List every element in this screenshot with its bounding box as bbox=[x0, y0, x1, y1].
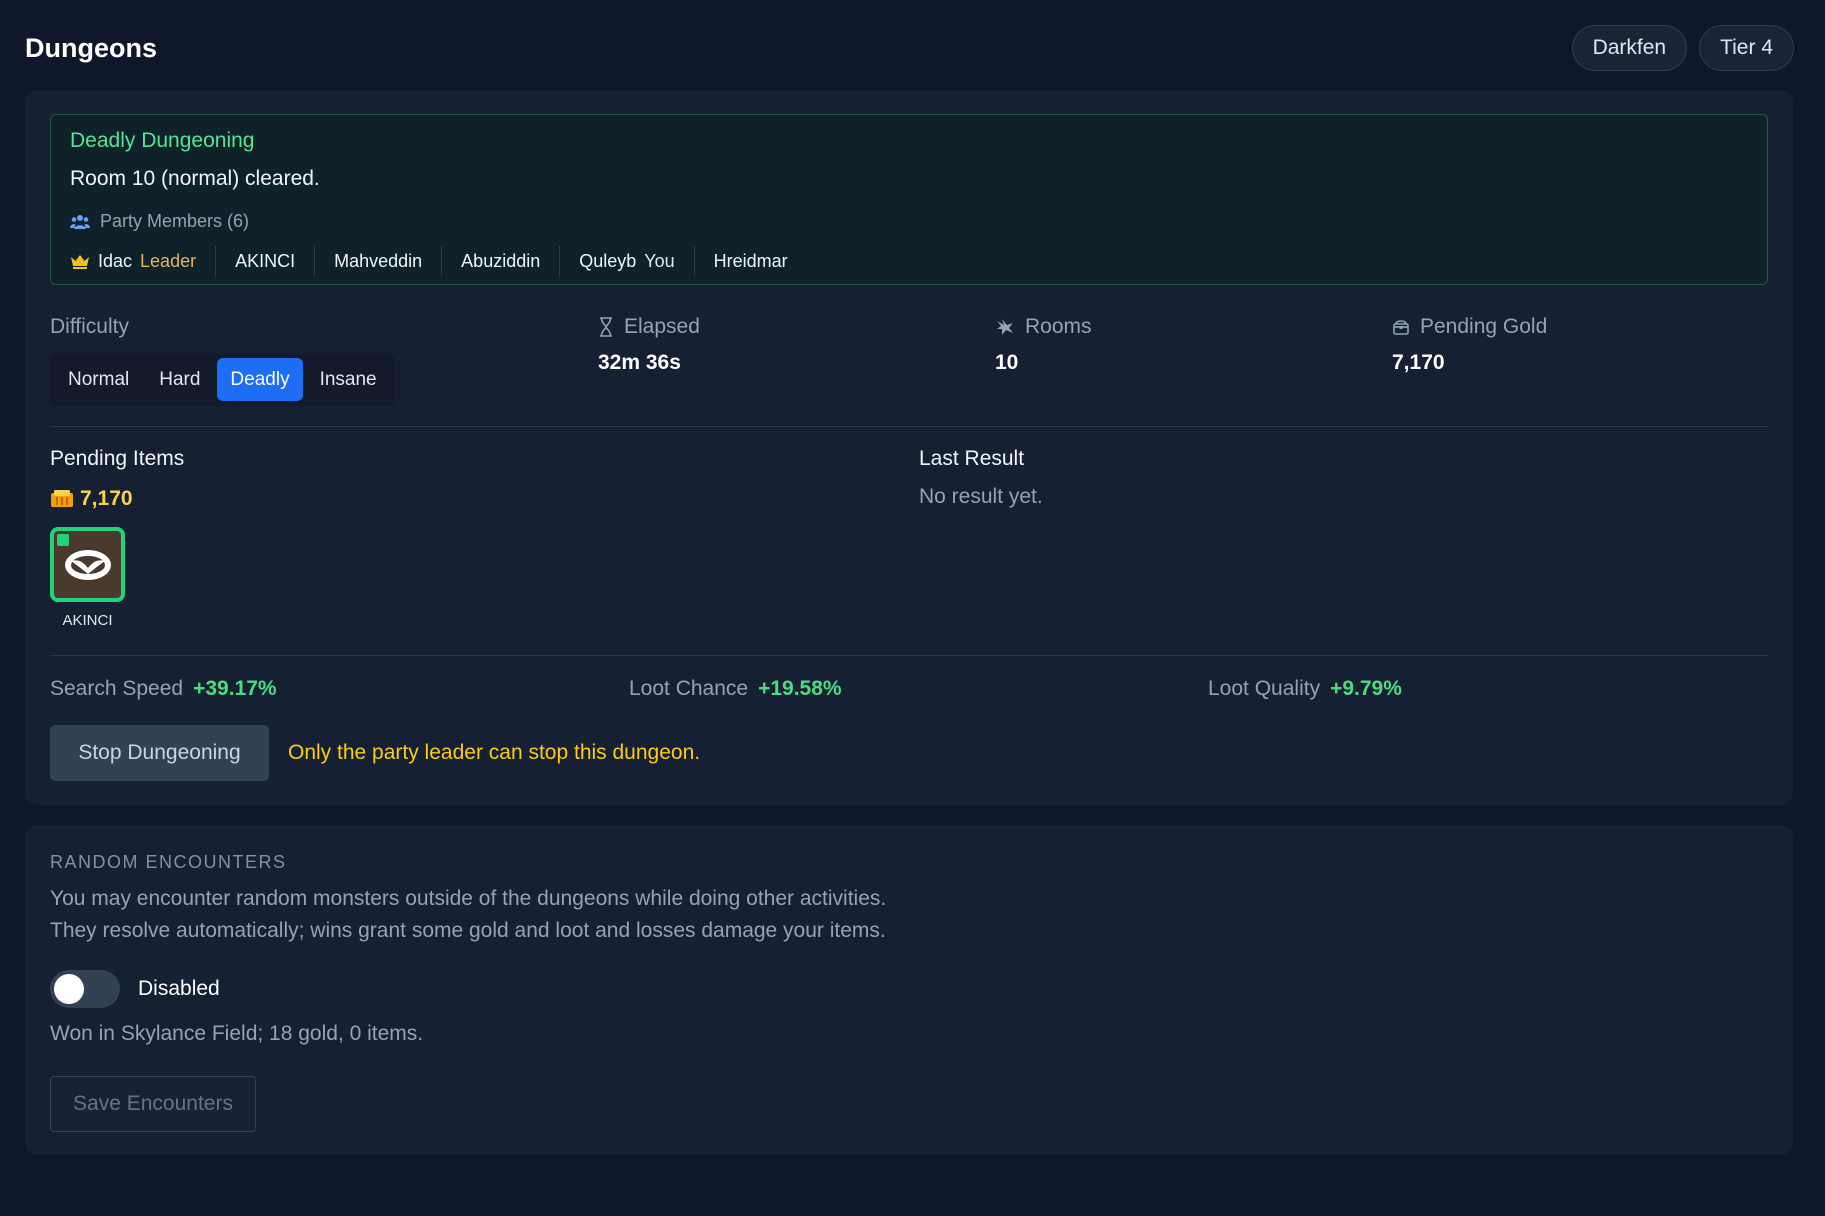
pending-gold-stat: Pending Gold 7,170 bbox=[1392, 315, 1547, 375]
page-title: Dungeons bbox=[25, 32, 157, 63]
dungeons-page: Dungeons Darkfen Tier 4 Deadly Dungeonin… bbox=[0, 0, 1825, 1216]
party-member[interactable]: Hreidmar bbox=[693, 246, 807, 276]
region-pill[interactable]: Darkfen bbox=[1571, 25, 1688, 71]
pending-items-title: Pending Items bbox=[50, 447, 185, 470]
encounters-toggle[interactable] bbox=[50, 970, 120, 1008]
encounters-description: You may encounter random monsters outsid… bbox=[50, 883, 886, 947]
difficulty-label: Difficulty bbox=[50, 315, 129, 338]
party-member[interactable]: Abuziddin bbox=[441, 246, 559, 276]
difficulty-normal-button[interactable]: Normal bbox=[55, 358, 142, 401]
pending-item-owner: AKINCI bbox=[62, 612, 113, 629]
you-tag: You bbox=[644, 250, 675, 271]
elapsed-stat: Elapsed 32m 36s bbox=[598, 315, 700, 375]
encounters-toggle-row: Disabled bbox=[50, 970, 220, 1008]
elapsed-label-row: Elapsed bbox=[598, 315, 700, 339]
mask-item-icon bbox=[64, 549, 111, 580]
loot-quality-label: Loot Quality bbox=[1208, 677, 1321, 700]
pending-gold-amount: 7,170 bbox=[80, 487, 133, 510]
party-member[interactable]: AKINCI bbox=[215, 246, 314, 276]
difficulty-section: Difficulty Normal Hard Deadly Insane bbox=[50, 315, 395, 406]
member-name: Quleyb bbox=[579, 250, 637, 271]
toggle-label: Disabled bbox=[138, 977, 220, 1000]
search-speed-bonus: Search Speed +39.17% bbox=[50, 677, 277, 701]
pending-gold-label-row: Pending Gold bbox=[1392, 315, 1547, 339]
member-name: Abuziddin bbox=[461, 250, 541, 271]
pending-gold-label: Pending Gold bbox=[1420, 315, 1548, 338]
search-speed-value: +39.17% bbox=[193, 677, 277, 700]
dragon-icon bbox=[997, 319, 1013, 335]
member-name: Mahveddin bbox=[334, 250, 423, 271]
member-name: AKINCI bbox=[235, 250, 296, 271]
status-banner: Deadly Dungeoning Room 10 (normal) clear… bbox=[50, 114, 1768, 285]
member-name: Hreidmar bbox=[713, 250, 788, 271]
rooms-label-row: Rooms bbox=[995, 315, 1092, 339]
elapsed-label: Elapsed bbox=[624, 315, 700, 338]
search-speed-label: Search Speed bbox=[50, 677, 184, 700]
gold-coins-icon bbox=[51, 490, 73, 507]
difficulty-deadly-button[interactable]: Deadly bbox=[217, 358, 303, 401]
hourglass-icon bbox=[600, 317, 612, 337]
users-icon bbox=[70, 214, 90, 229]
member-name: Idac bbox=[98, 250, 133, 271]
last-result-section: Last Result No result yet. bbox=[919, 447, 1043, 509]
encounters-title: RANDOM ENCOUNTERS bbox=[50, 852, 287, 872]
loot-chance-bonus: Loot Chance +19.58% bbox=[629, 677, 842, 701]
last-result-text: No result yet. bbox=[919, 485, 1043, 508]
stop-dungeoning-button[interactable]: Stop Dungeoning bbox=[50, 725, 269, 781]
party-list: Idac Leader AKINCI Mahveddin Abuziddin Q… bbox=[70, 246, 1748, 276]
crown-icon bbox=[71, 255, 89, 269]
random-encounters-card: RANDOM ENCOUNTERS You may encounter rand… bbox=[25, 825, 1793, 1155]
save-encounters-button[interactable]: Save Encounters bbox=[50, 1076, 256, 1132]
leader-tag: Leader bbox=[140, 250, 197, 271]
pending-item-tile[interactable] bbox=[50, 527, 125, 602]
pending-gold-value: 7,170 bbox=[1392, 351, 1445, 374]
dungeon-card: Deadly Dungeoning Room 10 (normal) clear… bbox=[25, 90, 1793, 805]
last-encounter-result: Won in Skylance Field; 18 gold, 0 items. bbox=[50, 1022, 424, 1045]
difficulty-hard-button[interactable]: Hard bbox=[146, 358, 213, 401]
toggle-knob bbox=[54, 974, 84, 1004]
pending-items-section: Pending Items 7,170 AKINCI bbox=[50, 447, 184, 629]
dungeon-mode-label: Deadly Dungeoning bbox=[70, 129, 255, 152]
page-header: Dungeons Darkfen Tier 4 bbox=[25, 24, 1794, 72]
loot-quality-value: +9.79% bbox=[1330, 677, 1402, 700]
treasure-icon bbox=[1393, 320, 1409, 335]
last-result-title: Last Result bbox=[919, 447, 1025, 470]
encounters-desc-line: They resolve automatically; wins grant s… bbox=[50, 919, 886, 942]
party-member[interactable]: Quleyb You bbox=[559, 246, 693, 276]
rooms-label: Rooms bbox=[1025, 315, 1092, 338]
rooms-stat: Rooms 10 bbox=[995, 315, 1092, 375]
loot-chance-label: Loot Chance bbox=[629, 677, 749, 700]
party-member[interactable]: Mahveddin bbox=[314, 246, 441, 276]
item-rarity-badge bbox=[57, 534, 69, 546]
encounters-desc-line: You may encounter random monsters outsid… bbox=[50, 887, 887, 910]
difficulty-selector: Normal Hard Deadly Insane bbox=[50, 353, 395, 406]
loot-chance-value: +19.58% bbox=[758, 677, 842, 700]
tier-pill[interactable]: Tier 4 bbox=[1699, 25, 1794, 71]
elapsed-value: 32m 36s bbox=[598, 351, 681, 374]
difficulty-insane-button[interactable]: Insane bbox=[307, 358, 390, 401]
rooms-value: 10 bbox=[995, 351, 1019, 374]
pending-gold-line: 7,170 bbox=[50, 487, 184, 511]
party-header: Party Members (6) bbox=[70, 211, 1748, 232]
stop-warning-text: Only the party leader can stop this dung… bbox=[288, 741, 701, 764]
loot-quality-bonus: Loot Quality +9.79% bbox=[1208, 677, 1402, 701]
party-members-label: Party Members (6) bbox=[100, 211, 250, 231]
status-message: Room 10 (normal) cleared. bbox=[70, 167, 320, 190]
divider bbox=[50, 426, 1768, 427]
divider bbox=[50, 655, 1768, 656]
header-pills: Darkfen Tier 4 bbox=[1571, 25, 1794, 71]
party-member[interactable]: Idac Leader bbox=[70, 246, 215, 276]
